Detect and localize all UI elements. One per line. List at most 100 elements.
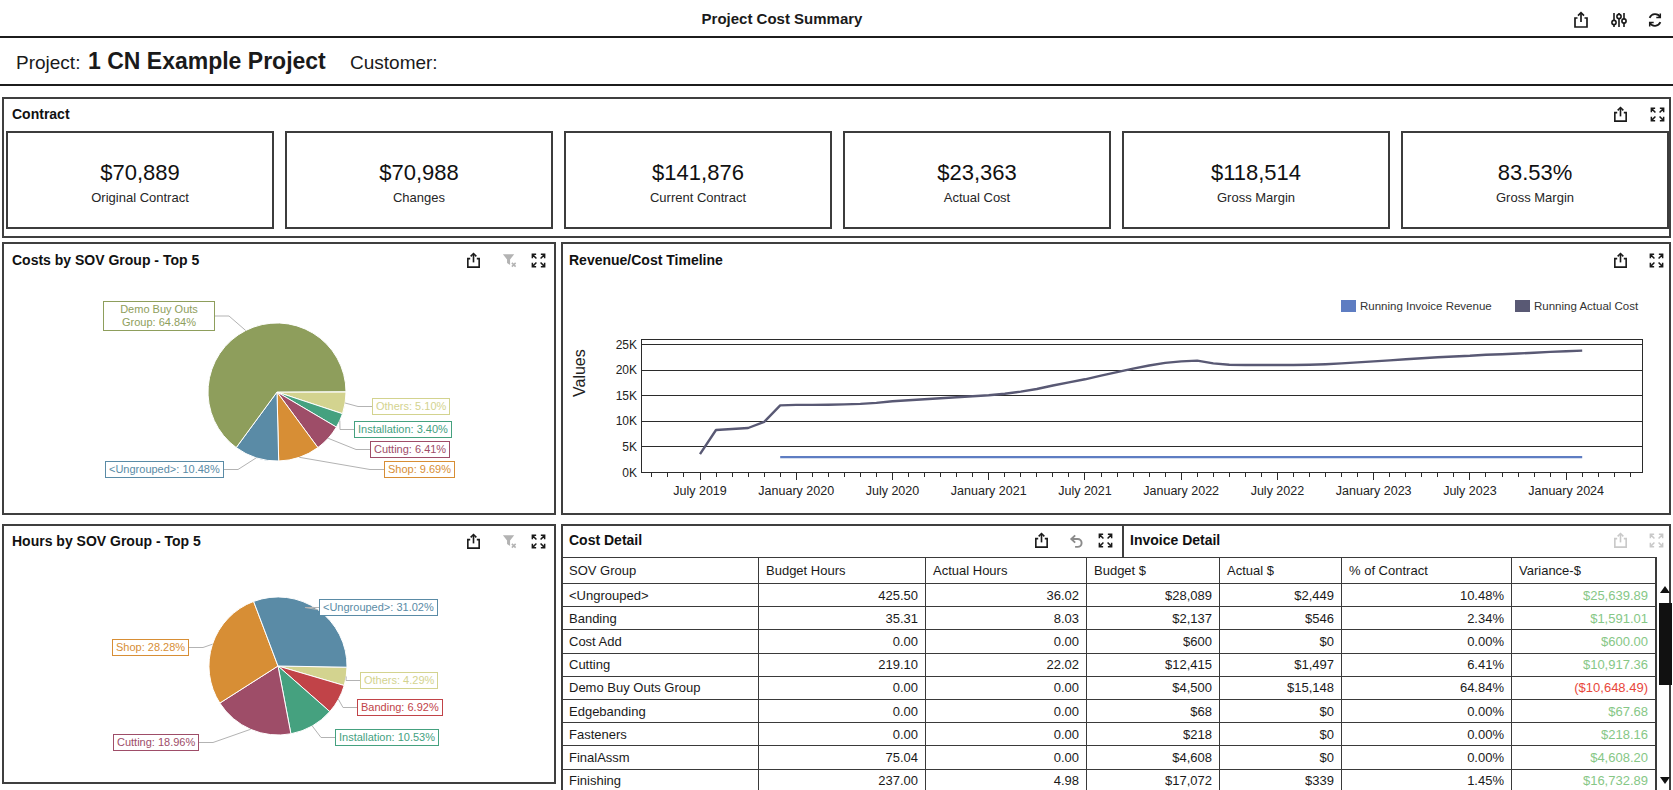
value-cell: $0	[1220, 723, 1342, 746]
column-header[interactable]: Variance-$	[1512, 558, 1656, 584]
kpi-value: $141,876	[566, 160, 830, 186]
value-cell: $2,137	[1087, 607, 1220, 630]
value-cell: 0.00	[759, 700, 926, 723]
export-icon[interactable]	[1572, 11, 1590, 29]
value-cell: 2.34%	[1342, 607, 1512, 630]
value-cell: 4.98	[926, 770, 1087, 790]
pie-label: <Ungrouped>: 31.02%	[319, 599, 438, 616]
tab-divider	[1122, 526, 1124, 557]
column-header[interactable]: % of Contract	[1342, 558, 1512, 584]
contract-export-icon[interactable]	[1612, 106, 1629, 123]
value-cell: 219.10	[759, 654, 926, 677]
parameters-icon[interactable]	[1610, 11, 1628, 29]
pie-label: Installation: 3.40%	[354, 421, 452, 438]
hours_pie-svg	[4, 526, 554, 782]
value-cell: 0.00	[926, 677, 1087, 700]
sov-group-cell: <Ungrouped>	[562, 584, 759, 607]
value-cell: 0.00	[759, 630, 926, 653]
scroll-down-arrow[interactable]	[1660, 777, 1670, 784]
value-cell: 0.00%	[1342, 723, 1512, 746]
value-cell: 425.50	[759, 584, 926, 607]
x-tick-label: January 2024	[1506, 484, 1626, 498]
cost-detail-expand-icon[interactable]	[1097, 532, 1114, 549]
invoice-detail-tab[interactable]: Invoice Detail	[1130, 532, 1220, 548]
cost-detail-table: SOV GroupBudget HoursActual HoursBudget …	[561, 557, 1657, 790]
value-cell: 10.48%	[1342, 584, 1512, 607]
pie-label-leader	[215, 316, 246, 331]
value-cell: 36.02	[926, 584, 1087, 607]
column-header[interactable]: Budget Hours	[759, 558, 926, 584]
y-tick-label: 15K	[597, 389, 637, 403]
value-cell: $1,497	[1220, 654, 1342, 677]
value-cell: $4,608.20	[1512, 746, 1656, 769]
sov-group-cell: Cost Add	[562, 630, 759, 653]
value-cell: $68	[1087, 700, 1220, 723]
value-cell: $339	[1220, 770, 1342, 790]
pie-label-leader	[312, 726, 335, 738]
value-cell: $0	[1220, 630, 1342, 653]
sov-group-cell: Banding	[562, 607, 759, 630]
pie-label-leader	[199, 729, 251, 742]
series-running-actual-cost	[700, 351, 1582, 455]
refresh-icon[interactable]	[1646, 11, 1664, 29]
costs-pie-panel: Costs by SOV Group - Top 5 Others: 5.10%…	[2, 242, 556, 515]
table-scrollbar[interactable]	[1659, 583, 1672, 790]
value-cell: $546	[1220, 607, 1342, 630]
value-cell: $218	[1087, 723, 1220, 746]
project-label: Project:	[16, 52, 80, 74]
value-cell: 0.00	[926, 723, 1087, 746]
value-cell: $1,591.01	[1512, 607, 1656, 630]
invoice-export-icon[interactable]	[1612, 532, 1629, 549]
invoice-expand-icon[interactable]	[1648, 532, 1665, 549]
cost-detail-undo-icon[interactable]	[1068, 532, 1085, 549]
costs-pie-chart[interactable]: Others: 5.10%Installation: 3.40%Cutting:…	[4, 244, 554, 513]
value-cell: 0.00	[926, 630, 1087, 653]
pie-label-leader	[340, 421, 354, 430]
scroll-thumb[interactable]	[1659, 603, 1672, 685]
top-bar: Project Cost Summary	[0, 0, 1673, 38]
kpi-label: Actual Cost	[845, 190, 1109, 205]
kpi-card[interactable]: $70,988Changes	[285, 131, 553, 229]
y-tick-label: 10K	[597, 414, 637, 428]
value-cell: $10,917.36	[1512, 654, 1656, 677]
sov-group-cell: FinalAssm	[562, 746, 759, 769]
kpi-card[interactable]: $70,889Original Contract	[6, 131, 274, 229]
value-cell: $218.16	[1512, 723, 1656, 746]
value-cell: 0.00%	[1342, 746, 1512, 769]
value-cell: 1.45%	[1342, 770, 1512, 790]
timeline-panel: Revenue/Cost Timeline Running Invoice Re…	[561, 242, 1671, 515]
kpi-card[interactable]: $23,363 Actual Cost	[843, 131, 1111, 229]
column-header[interactable]: Budget $	[1087, 558, 1220, 584]
pie-label: Shop: 9.69%	[384, 461, 455, 478]
hours-pie-panel: Hours by SOV Group - Top 5 Others: 4.29%…	[2, 524, 556, 784]
cost-detail-export-icon[interactable]	[1033, 532, 1050, 549]
pie-label-leader	[189, 644, 213, 647]
project-header: Project: 1 CN Example Project Customer:	[0, 40, 1673, 86]
kpi-card[interactable]: 83.53%Gross Margin	[1401, 131, 1669, 229]
column-header[interactable]: Actual $	[1220, 558, 1342, 584]
value-cell: $67.68	[1512, 700, 1656, 723]
kpi-value: $23,363	[845, 160, 1109, 186]
value-cell: ($10,648.49)	[1512, 677, 1656, 700]
value-cell: $16,732.89	[1512, 770, 1656, 790]
costs_pie-svg	[4, 244, 554, 513]
pie-label-leader	[328, 438, 370, 449]
column-header[interactable]: Actual Hours	[926, 558, 1087, 584]
contract-expand-icon[interactable]	[1649, 106, 1666, 123]
kpi-card[interactable]: $118,514Gross Margin	[1122, 131, 1390, 229]
value-cell: 0.00%	[1342, 700, 1512, 723]
column-header[interactable]: SOV Group	[562, 558, 759, 584]
kpi-label: Changes	[287, 190, 551, 205]
kpi-card[interactable]: $141,876Current Contract	[564, 131, 832, 229]
pie-label: Installation: 10.53%	[335, 729, 439, 746]
value-cell: 237.00	[759, 770, 926, 790]
hours-pie-chart[interactable]: Others: 4.29%Banding: 6.92%Installation:…	[4, 526, 554, 782]
y-axis-title: Values	[571, 379, 589, 397]
value-cell: 75.04	[759, 746, 926, 769]
timeline-chart[interactable]: 0K5K10K15K20K25KValuesJuly 2019January 2…	[563, 244, 1669, 513]
scroll-up-arrow[interactable]	[1660, 586, 1670, 593]
value-cell: $28,089	[1087, 584, 1220, 607]
value-cell: 22.02	[926, 654, 1087, 677]
contract-panel-title: Contract	[12, 106, 70, 122]
value-cell: 0.00	[926, 700, 1087, 723]
